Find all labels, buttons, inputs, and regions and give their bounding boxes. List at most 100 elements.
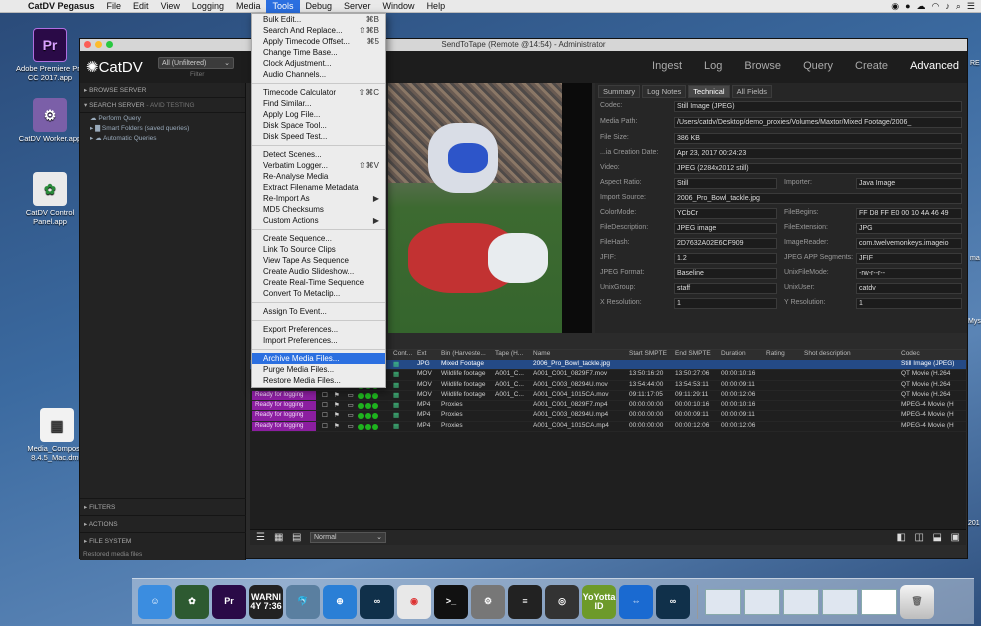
layout-full-icon[interactable]: ▣ — [951, 532, 960, 543]
list-view-icon[interactable]: ☰ — [256, 532, 265, 543]
filedescription-field[interactable]: JPEG image — [674, 223, 777, 234]
tools-menu-item[interactable]: Search And Replace... ⇧⌘B — [252, 25, 385, 36]
sidebar-item-automatic-queries[interactable]: ▸ ☁ Automatic Queries — [80, 133, 245, 143]
nav-ingest[interactable]: Ingest — [652, 60, 682, 72]
teamviewer-icon[interactable]: ⇔ — [619, 584, 653, 619]
menu-app-name[interactable]: CatDV Pegasus — [22, 0, 101, 13]
status-badge[interactable]: Ready for logging — [252, 421, 316, 432]
tools-menu-item[interactable]: Convert To Metaclip... — [252, 288, 385, 299]
jpeg-app-segments-field[interactable]: JFIF — [856, 253, 962, 264]
layout-split-icon[interactable]: ◫ — [915, 532, 924, 543]
nav-query[interactable]: Query — [803, 60, 833, 72]
tools-menu-item[interactable]: Restore Media Files... — [252, 375, 385, 386]
checkbox-icon[interactable]: ☐ — [322, 411, 328, 420]
filebegins-field[interactable]: FF D8 FF E0 00 10 4A 46 49 — [856, 208, 962, 219]
creative-cloud-icon[interactable]: ☁ — [917, 1, 926, 12]
dock-window-thumbnail[interactable] — [705, 588, 741, 615]
tools-menu-item[interactable]: Bulk Edit... ⌘B — [252, 14, 385, 25]
view-mode-select[interactable]: Normal ⌄ — [310, 532, 386, 543]
creation-date-field[interactable]: Apr 23, 2017 00:24:23 — [674, 148, 962, 159]
menu-window[interactable]: Window — [377, 0, 421, 13]
col-ext[interactable]: Ext — [415, 350, 439, 360]
col-bin[interactable]: Bin (Harveste... — [439, 350, 493, 360]
menu-help[interactable]: Help — [421, 0, 452, 13]
import-source-field[interactable]: 2006_Pro_Bowl_tackle.jpg — [674, 193, 962, 204]
checkbox-icon[interactable]: ☐ — [322, 422, 328, 431]
media-path-field[interactable]: /Users/catdv/Desktop/demo_proxies/Volume… — [674, 117, 962, 128]
tools-menu-item[interactable]: Detect Scenes... — [252, 149, 385, 160]
sidebar-browse-server[interactable]: ▸ BROWSE SERVER — [80, 83, 245, 98]
search-icon[interactable]: ⌕ — [956, 1, 961, 12]
layout-left-icon[interactable]: ◧ — [897, 532, 906, 543]
close-icon[interactable] — [84, 41, 91, 48]
tab-log-notes[interactable]: Log Notes — [642, 85, 687, 98]
unixuser-field[interactable]: catdv — [856, 283, 962, 294]
notifications-icon[interactable]: ☰ — [967, 1, 975, 12]
fileextension-field[interactable]: JPG — [856, 223, 962, 234]
tab-technical[interactable]: Technical — [688, 85, 730, 98]
colormode-field[interactable]: YCbCr — [674, 208, 777, 219]
col-name[interactable]: Name — [531, 350, 627, 360]
table-row[interactable]: Ready for logging ☐ ⚑ ▭ ▦ MP4 Proxies A001_C004… — [250, 421, 966, 433]
table-row[interactable]: Ready for logging ☐ ⚑ ▭ ▦ MP4 Proxies A001_C001… — [250, 401, 966, 412]
layout-bottom-icon[interactable]: ⬓ — [933, 532, 942, 543]
jpeg-format-field[interactable]: Baseline — [674, 268, 777, 279]
tools-menu-item[interactable]: Extract Filename Metadata — [252, 182, 385, 193]
sidebar-actions[interactable]: ▸ ACTIONS — [80, 515, 246, 532]
unixfilemode-field[interactable]: -rw-r--r-- — [856, 268, 962, 279]
tools-menu-item[interactable]: Purge Media Files... — [252, 364, 385, 375]
aspect-ratio-field[interactable]: Still — [674, 178, 777, 189]
catalog-select[interactable]: All (Unfiltered) ⌄ — [158, 57, 234, 69]
terminal-icon[interactable]: >_ — [434, 584, 468, 619]
tools-menu-item[interactable]: MD5 Checksums — [252, 204, 385, 215]
sidebar-item-smart-folders[interactable]: ▸ ▇ Smart Folders (saved queries) — [80, 123, 245, 133]
tools-menu-item[interactable]: Verbatim Logger... ⇧⌘V — [252, 160, 385, 171]
imagereader-field[interactable]: com.twelvemonkeys.imageio — [856, 238, 962, 249]
zoom-icon[interactable] — [106, 41, 113, 48]
teamviewer-status-icon[interactable]: ◉ — [891, 1, 899, 12]
flag-icon[interactable]: ⚑ — [334, 391, 340, 400]
safari-icon[interactable]: ⊕ — [323, 584, 357, 619]
status-badge[interactable]: Ready for logging — [252, 411, 316, 421]
tools-menu-item[interactable]: Audio Channels... — [252, 69, 385, 80]
tools-menu-item[interactable]: Create Real-Time Sequence — [252, 277, 385, 288]
tab-summary[interactable]: Summary — [598, 85, 641, 98]
menu-logging[interactable]: Logging — [186, 0, 230, 13]
desktop-icon-catdv-worker[interactable]: ⚙ CatDV Worker.app — [10, 98, 90, 143]
yoyotta-icon[interactable]: YoYotta ID — [582, 584, 616, 619]
sidebar-search-server[interactable]: ▾ SEARCH SERVER - Avid Testing — [80, 98, 245, 113]
nav-log[interactable]: Log — [704, 60, 722, 72]
jfif-field[interactable]: 1.2 — [674, 253, 777, 264]
dock-window-thumbnail[interactable] — [783, 588, 819, 615]
tools-menu-item[interactable]: Change Time Base... — [252, 47, 385, 58]
tools-menu-item[interactable]: Apply Timecode Offset... ⌘5 — [252, 36, 385, 47]
dock-window-thumbnail[interactable] — [822, 588, 858, 615]
trash-icon[interactable]: 🗑 — [900, 584, 934, 619]
col-start[interactable]: Start SMPTE — [627, 350, 673, 360]
catdv-icon[interactable]: ∞ — [360, 584, 394, 619]
menu-file[interactable]: File — [101, 0, 128, 13]
nav-create[interactable]: Create — [855, 60, 888, 72]
status-badge[interactable]: Ready for logging — [252, 401, 316, 411]
table-row[interactable]: Ready for logging ☐ ⚑ ▭ ▦ MOV Wildlife footage… — [250, 390, 966, 402]
tools-menu-item[interactable]: Disk Space Tool... — [252, 120, 385, 131]
grid-view-icon[interactable]: ▦ — [274, 532, 283, 543]
menu-server[interactable]: Server — [338, 0, 377, 13]
chrome-icon[interactable]: ◉ — [397, 584, 431, 619]
premiere-icon[interactable]: Pr — [212, 584, 246, 619]
col-codec[interactable]: Codec — [899, 350, 962, 360]
importer-field[interactable]: Java Image — [856, 178, 962, 189]
finder-icon[interactable]: ☺ — [138, 584, 172, 619]
checkbox-icon[interactable]: ☐ — [322, 401, 328, 410]
volume-icon[interactable]: ♪ — [945, 1, 950, 12]
desktop-icon-premiere[interactable]: Pr Adobe Premiere Pro CC 2017.app — [10, 28, 90, 82]
tools-menu-item[interactable]: Archive Media Files... — [252, 353, 385, 364]
nav-advanced[interactable]: Advanced — [910, 60, 959, 72]
tools-menu-item[interactable]: Create Sequence... — [252, 233, 385, 244]
wifi-icon[interactable]: ◠ — [932, 1, 940, 12]
video-field[interactable]: JPEG (2284x2012 still) — [674, 163, 962, 174]
tools-menu-item[interactable]: Clock Adjustment... — [252, 58, 385, 69]
flag-icon[interactable]: ⚑ — [334, 422, 340, 431]
col-rating[interactable]: Rating — [764, 350, 802, 360]
col-end[interactable]: End SMPTE — [673, 350, 719, 360]
